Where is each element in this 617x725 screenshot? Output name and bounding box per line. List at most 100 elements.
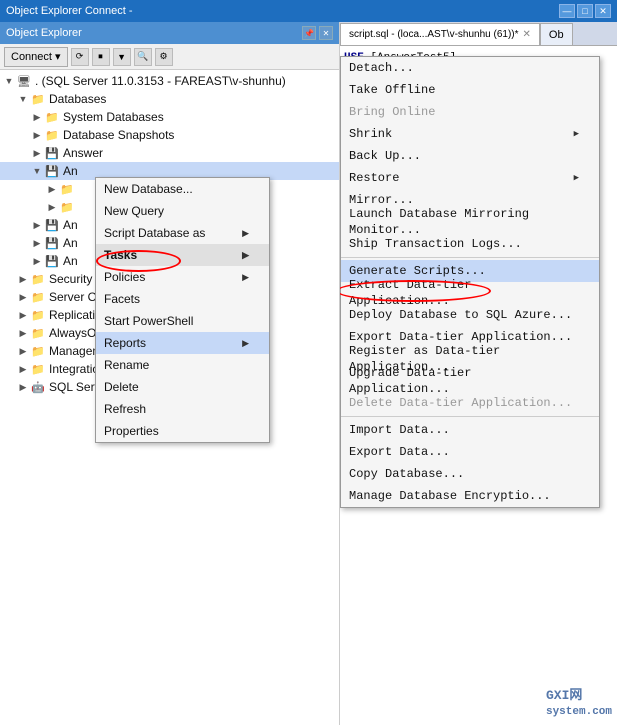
menu-item-powershell[interactable]: Start PowerShell [96, 310, 269, 332]
system-databases-icon: 📁 [44, 109, 60, 125]
menu-item-script-database[interactable]: Script Database as ▶ [96, 222, 269, 244]
tab-close-icon[interactable]: ✕ [523, 29, 531, 40]
tasks-submenu-arrow: ▶ [242, 250, 249, 261]
menu-item-refresh[interactable]: Refresh [96, 398, 269, 420]
code-panel: script.sql - (loca...AST\v-shunhu (61))*… [340, 22, 617, 725]
system-databases-label: System Databases [63, 110, 164, 124]
watermark: GXI网 system.com [546, 688, 612, 720]
tree-item-system-databases[interactable]: ▶ 📁 System Databases [0, 108, 339, 126]
title-bar-text: Object Explorer Connect - [6, 5, 133, 17]
object-explorer-title-text: Object Explorer [6, 27, 82, 39]
filter-icon[interactable]: ▼ [113, 48, 131, 66]
watermark-line1: GXI网 [546, 688, 612, 704]
tasks-menu-restore[interactable]: Restore ▶ [341, 167, 599, 189]
menu-item-new-query[interactable]: New Query [96, 200, 269, 222]
stop-icon[interactable]: ⏹ [92, 48, 110, 66]
expander-management: ▶ [16, 344, 30, 358]
tree-item-databases[interactable]: ▼ 📁 Databases [0, 90, 339, 108]
db-snapshots-icon: 📁 [44, 127, 60, 143]
server-label: . (SQL Server 11.0.3153 - FAREAST\v-shun… [35, 74, 286, 88]
expander-an1: ▼ [30, 164, 44, 178]
tree-item-db-snapshots[interactable]: ▶ 📁 Database Snapshots [0, 126, 339, 144]
menu-item-tasks[interactable]: Tasks ▶ [96, 244, 269, 266]
minimize-button[interactable]: — [559, 4, 575, 18]
menu-item-policies[interactable]: Policies ▶ [96, 266, 269, 288]
tasks-menu-take-offline[interactable]: Take Offline [341, 79, 599, 101]
menu-item-facets[interactable]: Facets [96, 288, 269, 310]
connect-button[interactable]: Connect ▾ [4, 47, 68, 67]
databases-label: Databases [49, 92, 106, 106]
menu-item-reports[interactable]: Reports ▶ [96, 332, 269, 354]
tree-item-server[interactable]: ▼ 🖥 . (SQL Server 11.0.3153 - FAREAST\v-… [0, 72, 339, 90]
oe-close-button[interactable]: ✕ [319, 26, 333, 40]
script-submenu-arrow: ▶ [242, 228, 249, 239]
search-icon[interactable]: 🔍 [134, 48, 152, 66]
refresh-icon[interactable]: ⟳ [71, 48, 89, 66]
tasks-menu-bring-online: Bring Online [341, 101, 599, 123]
reports-submenu-arrow: ▶ [242, 338, 249, 349]
maximize-button[interactable]: □ [577, 4, 593, 18]
main-area: Object Explorer 📌 ✕ Connect ▾ ⟳ ⏹ ▼ 🔍 ⚙ … [0, 22, 617, 725]
tree-item-answer-db[interactable]: ▶ 💾 Answer [0, 144, 339, 162]
tasks-menu-deploy-azure[interactable]: Deploy Database to SQL Azure... [341, 304, 599, 326]
object-explorer-panel: Object Explorer 📌 ✕ Connect ▾ ⟳ ⏹ ▼ 🔍 ⚙ … [0, 22, 340, 725]
an1-sub2-icon: 📁 [59, 199, 75, 215]
expander-sql-agent: ▶ [16, 380, 30, 394]
menu-separator-2 [341, 416, 599, 417]
tasks-menu-launch-mirror[interactable]: Launch Database Mirroring Monitor... [341, 211, 599, 233]
replication-icon: 📁 [30, 307, 46, 323]
expander-an4: ▶ [30, 254, 44, 268]
answer-db-label: Answer [63, 146, 103, 160]
expander-answer: ▶ [30, 146, 44, 160]
tasks-menu-backup[interactable]: Back Up... [341, 145, 599, 167]
second-tab[interactable]: Ob [540, 23, 573, 45]
oe-pin-button[interactable]: 📌 [302, 26, 316, 40]
tasks-menu-extract-datatier[interactable]: Extract Data-tier Application... [341, 282, 599, 304]
an3-icon: 💾 [44, 235, 60, 251]
tasks-menu-copy-db[interactable]: Copy Database... [341, 463, 599, 485]
policies-submenu-arrow: ▶ [242, 272, 249, 283]
active-tab[interactable]: script.sql - (loca...AST\v-shunhu (61))*… [340, 23, 540, 45]
expander-system-databases: ▶ [30, 110, 44, 124]
menu-item-new-database[interactable]: New Database... [96, 178, 269, 200]
tasks-submenu: Detach... Take Offline Bring Online Shri… [340, 56, 600, 508]
security-icon: 📁 [30, 271, 46, 287]
tasks-menu-detach[interactable]: Detach... [341, 57, 599, 79]
close-button[interactable]: ✕ [595, 4, 611, 18]
shrink-arrow: ▶ [574, 126, 579, 142]
sql-agent-icon: 🤖 [30, 379, 46, 395]
an2-label: An [63, 218, 78, 232]
expander-server: ▼ [2, 74, 16, 88]
expander-server-objects: ▶ [16, 290, 30, 304]
an2-icon: 💾 [44, 217, 60, 233]
settings-icon[interactable]: ⚙ [155, 48, 173, 66]
expander-security: ▶ [16, 272, 30, 286]
an1-icon: 💾 [44, 163, 60, 179]
security-label: Security [49, 272, 92, 286]
alwayson-icon: 📁 [30, 325, 46, 341]
tasks-menu-manage-encryption[interactable]: Manage Database Encryptio... [341, 485, 599, 507]
oe-toolbar: Connect ▾ ⟳ ⏹ ▼ 🔍 ⚙ [0, 44, 339, 70]
tasks-menu-upgrade-datatier[interactable]: Upgrade Data-tier Application... [341, 370, 599, 392]
tasks-menu-import[interactable]: Import Data... [341, 419, 599, 441]
title-bar: Object Explorer Connect - — □ ✕ [0, 0, 617, 22]
object-explorer-title-bar: Object Explorer 📌 ✕ [0, 22, 339, 44]
menu-item-properties[interactable]: Properties [96, 420, 269, 442]
code-area[interactable]: USE [AnswerTest5] GO /****** Object: Dat… [340, 46, 617, 725]
tasks-menu-export[interactable]: Export Data... [341, 441, 599, 463]
menu-item-delete[interactable]: Delete [96, 376, 269, 398]
tab-bar: script.sql - (loca...AST\v-shunhu (61))*… [340, 22, 617, 46]
expander-databases: ▼ [16, 92, 30, 106]
tasks-menu-shrink[interactable]: Shrink ▶ [341, 123, 599, 145]
tab-label: script.sql - (loca...AST\v-shunhu (61))* [349, 29, 519, 40]
an3-label: An [63, 236, 78, 250]
an4-label: An [63, 254, 78, 268]
expander-an1-sub2: ▶ [45, 200, 59, 214]
an1-label: An [63, 164, 78, 178]
expander-integration: ▶ [16, 362, 30, 376]
menu-item-rename[interactable]: Rename [96, 354, 269, 376]
an1-sub1-icon: 📁 [59, 181, 75, 197]
tasks-menu-delete-datatier: Delete Data-tier Application... [341, 392, 599, 414]
expander-db-snapshots: ▶ [30, 128, 44, 142]
expander-an1-sub1: ▶ [45, 182, 59, 196]
